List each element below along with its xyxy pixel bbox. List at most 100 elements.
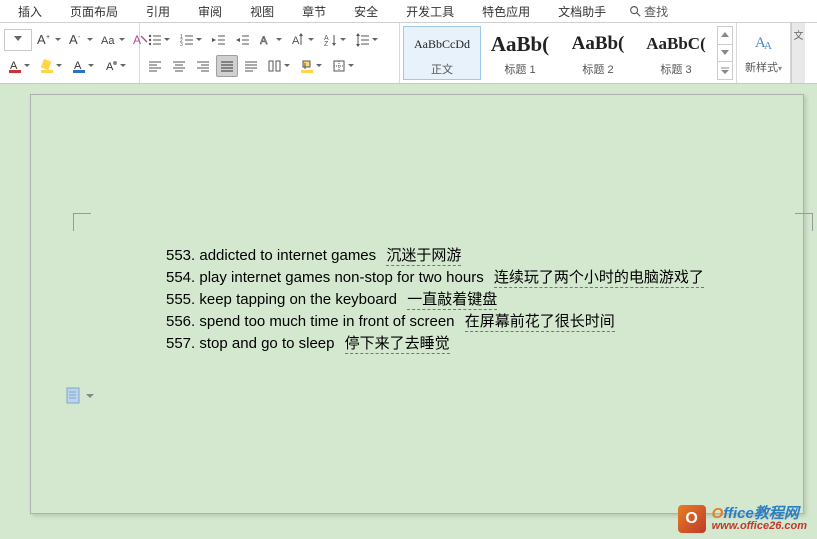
search-label: 查找 xyxy=(644,3,668,20)
watermark: O Office教程网 www.office26.com xyxy=(678,505,807,533)
style-nav xyxy=(717,26,733,80)
svg-text:Z: Z xyxy=(324,41,329,47)
new-style-icon: AA xyxy=(753,31,775,59)
align-right-button[interactable] xyxy=(192,55,214,77)
english-text: spend too much time in front of screen xyxy=(199,313,454,330)
doc-line: 553. addicted to internet games 沉迷于网游 xyxy=(166,245,704,267)
menu-view[interactable]: 视图 xyxy=(236,1,288,22)
menu-references[interactable]: 引用 xyxy=(132,1,184,22)
svg-text:A: A xyxy=(69,32,78,47)
decrease-font-button[interactable]: A- xyxy=(66,29,96,51)
search-icon xyxy=(628,4,642,18)
style-preview: AaBbC( xyxy=(646,29,706,59)
right-panel-tab[interactable]: 文 xyxy=(791,23,805,83)
style-preview: AaBbCcDd xyxy=(414,29,470,59)
svg-text:A: A xyxy=(106,61,114,73)
doc-line: 556. spend too much time in front of scr… xyxy=(166,311,704,333)
svg-text:A: A xyxy=(292,35,300,47)
style-preview: AaBb( xyxy=(572,29,625,59)
svg-text:Aa: Aa xyxy=(101,35,115,47)
document-content[interactable]: 553. addicted to internet games 沉迷于网游 55… xyxy=(166,245,704,355)
document-area: 553. addicted to internet games 沉迷于网游 55… xyxy=(0,84,817,539)
svg-text:+: + xyxy=(46,34,50,41)
doc-line: 557. stop and go to sleep 停下来了去睡觉 xyxy=(166,333,704,355)
outline-text-button[interactable]: A xyxy=(256,29,286,51)
new-style-label: 新样式▾ xyxy=(745,59,782,75)
menu-page-layout[interactable]: 页面布局 xyxy=(56,1,132,22)
font-color-button[interactable]: A xyxy=(4,55,34,77)
doc-line: 555. keep tapping on the keyboard 一直敲着键盘 xyxy=(166,289,704,311)
style-heading3[interactable]: AaBbC( 标题 3 xyxy=(637,26,715,80)
svg-text:3: 3 xyxy=(180,42,183,47)
new-style-button[interactable]: AA 新样式▾ xyxy=(737,23,791,83)
search-area[interactable]: 查找 xyxy=(620,3,676,20)
style-scroll-up[interactable] xyxy=(718,27,732,45)
menu-chapter[interactable]: 章节 xyxy=(288,1,340,22)
columns-button[interactable] xyxy=(264,55,294,77)
increase-font-button[interactable]: A+ xyxy=(34,29,64,51)
align-justify-button[interactable] xyxy=(216,55,238,77)
left-margin-mark xyxy=(73,213,91,231)
menu-devtools[interactable]: 开发工具 xyxy=(392,1,468,22)
shading-button[interactable] xyxy=(296,55,326,77)
svg-text:A: A xyxy=(764,40,772,52)
watermark-title: Office教程网 xyxy=(712,506,807,521)
style-label: 正文 xyxy=(431,61,453,77)
paragraph-group: 123 A A AZ xyxy=(140,23,400,83)
sort-button[interactable]: AZ xyxy=(320,29,350,51)
align-left-button[interactable] xyxy=(144,55,166,77)
style-normal[interactable]: AaBbCcDd 正文 xyxy=(403,26,481,80)
svg-text:A: A xyxy=(133,33,141,47)
menu-special[interactable]: 特色应用 xyxy=(468,1,544,22)
font-color2-button[interactable]: A xyxy=(68,55,98,77)
align-center-button[interactable] xyxy=(168,55,190,77)
svg-text:A: A xyxy=(260,35,268,47)
style-label: 标题 2 xyxy=(582,61,613,77)
bullets-button[interactable] xyxy=(144,29,174,51)
align-distribute-button[interactable] xyxy=(240,55,262,77)
menu-doc-helper[interactable]: 文档助手 xyxy=(544,1,620,22)
watermark-logo: O xyxy=(678,505,706,533)
menu-security[interactable]: 安全 xyxy=(340,1,392,22)
chinese-text: 停下来了去睡觉 xyxy=(345,336,450,354)
chinese-text: 在屏幕前花了很长时间 xyxy=(465,314,615,332)
numbering-button[interactable]: 123 xyxy=(176,29,206,51)
watermark-url: www.office26.com xyxy=(712,521,807,532)
line-number: 557. xyxy=(166,335,195,352)
section-widget[interactable] xyxy=(66,387,94,405)
menu-insert[interactable]: 插入 xyxy=(4,1,56,22)
style-label: 标题 3 xyxy=(660,61,691,77)
english-text: addicted to internet games xyxy=(199,247,376,264)
chinese-text: 连续玩了两个小时的电脑游戏了 xyxy=(494,270,704,288)
watermark-text: Office教程网 www.office26.com xyxy=(712,506,807,532)
paste-dropdown[interactable] xyxy=(4,29,32,51)
font-group: A+ A- Aa A A A A xyxy=(0,23,140,83)
line-spacing-button[interactable] xyxy=(352,29,382,51)
style-preview: AaBb( xyxy=(491,29,549,59)
line-number: 556. xyxy=(166,313,195,330)
styles-gallery: AaBbCcDd 正文 AaBb( 标题 1 AaBb( 标题 2 AaBbC(… xyxy=(400,23,737,83)
menu-review[interactable]: 审阅 xyxy=(184,1,236,22)
style-heading1[interactable]: AaBb( 标题 1 xyxy=(481,26,559,80)
chevron-down-icon xyxy=(86,394,94,398)
change-case-button[interactable]: Aa xyxy=(98,29,128,51)
line-spacing2-button[interactable]: A xyxy=(288,29,318,51)
highlight-button[interactable] xyxy=(36,55,66,77)
increase-indent-button[interactable] xyxy=(232,29,254,51)
decrease-indent-button[interactable] xyxy=(208,29,230,51)
english-text: stop and go to sleep xyxy=(199,335,334,352)
toolbar: A+ A- Aa A A A A 123 A A AZ xyxy=(0,22,817,84)
line-number: 553. xyxy=(166,247,195,264)
svg-text:-: - xyxy=(78,34,81,41)
line-number: 554. xyxy=(166,269,195,286)
chinese-text: 一直敲着键盘 xyxy=(407,292,497,310)
borders-button[interactable] xyxy=(328,55,358,77)
char-shading-button[interactable]: A xyxy=(100,55,130,77)
page[interactable]: 553. addicted to internet games 沉迷于网游 55… xyxy=(30,94,804,514)
right-margin-mark xyxy=(795,213,813,231)
style-heading2[interactable]: AaBb( 标题 2 xyxy=(559,26,637,80)
chinese-text: 沉迷于网游 xyxy=(386,248,461,266)
english-text: play internet games non-stop for two hou… xyxy=(199,269,483,286)
style-scroll-down[interactable] xyxy=(718,45,732,63)
style-expand[interactable] xyxy=(718,62,732,79)
